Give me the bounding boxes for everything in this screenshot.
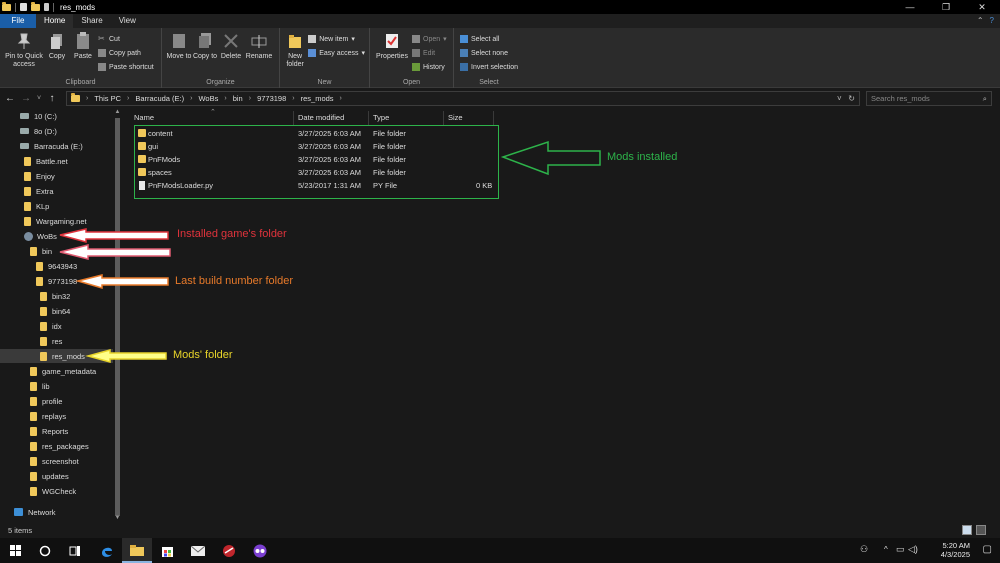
- volume-icon[interactable]: ◁): [908, 544, 918, 555]
- item-count: 5 items: [8, 526, 33, 535]
- taskbar-edge[interactable]: [92, 538, 122, 563]
- game-folder-arrow: [59, 228, 169, 243]
- taskbar-app[interactable]: [245, 538, 275, 563]
- search-circle-icon: [39, 545, 51, 556]
- build-folder-arrow: [75, 274, 169, 289]
- view-toggle: [962, 525, 986, 535]
- store-icon: [161, 547, 173, 557]
- task-view-button[interactable]: [60, 538, 90, 563]
- taskbar-file-explorer[interactable]: [122, 538, 152, 563]
- annotation-mods-folder: Mods' folder: [173, 349, 233, 361]
- windows-logo-icon: [9, 545, 21, 556]
- clock-time: 5:20 AM: [942, 541, 970, 550]
- show-hidden-icons-icon[interactable]: ^: [884, 545, 888, 554]
- taskbar: ⚇ ^ ▭ ◁) 5:20 AM 4/3/2025 ▢: [0, 538, 1000, 563]
- start-button[interactable]: [0, 538, 30, 563]
- people-icon[interactable]: ⚇: [860, 544, 868, 555]
- edge-icon: [102, 547, 112, 557]
- notifications-icon[interactable]: ▢: [983, 544, 992, 555]
- file-explorer-icon: [130, 544, 144, 556]
- network-icon[interactable]: ▭: [896, 544, 905, 555]
- annotation-arrows: [59, 140, 601, 363]
- details-view-button[interactable]: [962, 525, 972, 535]
- large-icons-view-button[interactable]: [976, 525, 986, 535]
- mods-folder-arrow: [85, 349, 167, 363]
- status-bar: 5 items: [0, 522, 1000, 538]
- annotation-build-folder: Last build number folder: [175, 275, 294, 287]
- mods-installed-arrow: [500, 140, 601, 176]
- search-button[interactable]: [30, 538, 60, 563]
- system-tray: ⚇ ^ ▭ ◁) 5:20 AM 4/3/2025 ▢: [840, 538, 1000, 563]
- annotation-mods-installed: Mods installed: [607, 151, 678, 163]
- bin-folder-arrow: [59, 244, 171, 260]
- taskbar-mail[interactable]: [183, 538, 213, 563]
- task-view-icon: [69, 545, 80, 556]
- clock-date: 4/3/2025: [940, 550, 970, 559]
- app-icon: [253, 544, 267, 557]
- taskbar-store[interactable]: [152, 538, 182, 563]
- clock[interactable]: 5:20 AM 4/3/2025: [941, 541, 970, 559]
- annotation-game-folder: Installed game's folder: [177, 228, 287, 240]
- game-center-icon: [223, 544, 235, 557]
- mail-icon: [191, 545, 205, 556]
- taskbar-game-center[interactable]: [214, 538, 244, 563]
